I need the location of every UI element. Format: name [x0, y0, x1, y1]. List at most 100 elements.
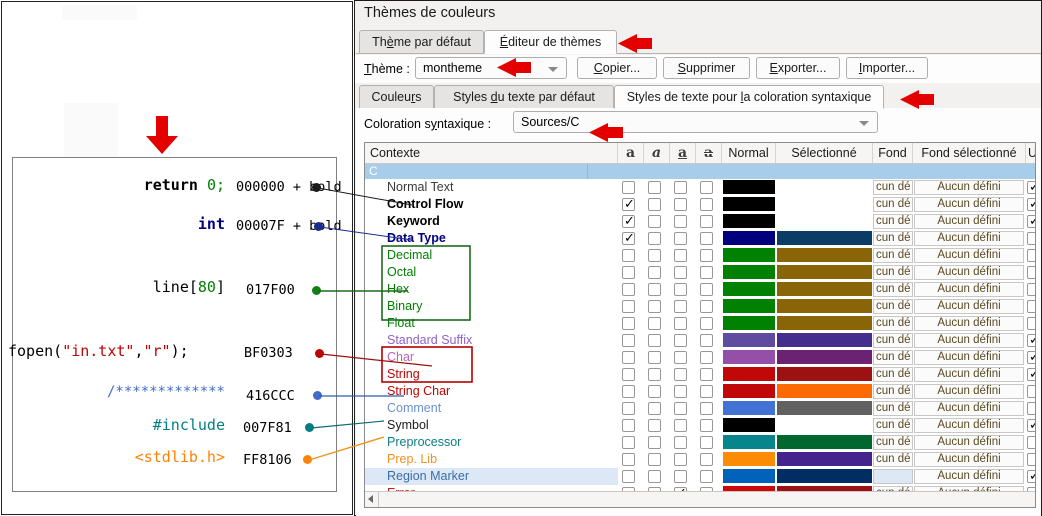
strikethrough-checkbox[interactable]	[700, 334, 713, 347]
exporter-button[interactable]: Exporter...	[756, 57, 840, 79]
underline-checkbox[interactable]	[674, 232, 687, 245]
fond-color-cell[interactable]: cun dé	[873, 367, 913, 382]
underline-checkbox[interactable]	[674, 249, 687, 262]
utilise-checkbox[interactable]: ✓	[1027, 180, 1035, 195]
strikethrough-checkbox[interactable]	[700, 317, 713, 330]
normal-color-swatch[interactable]	[723, 265, 775, 279]
bold-checkbox[interactable]: ✓	[622, 197, 635, 212]
bold-checkbox[interactable]	[622, 470, 635, 483]
utilise-checkbox[interactable]	[1027, 317, 1035, 330]
fond-color-cell[interactable]	[873, 469, 913, 484]
fond-color-cell[interactable]: cun dé	[873, 384, 913, 399]
selected-color-swatch[interactable]	[777, 180, 872, 194]
utilise-checkbox[interactable]	[1027, 266, 1035, 279]
utilise-checkbox[interactable]: ✓	[1027, 469, 1035, 484]
italic-checkbox[interactable]	[648, 232, 661, 245]
normal-color-swatch[interactable]	[723, 282, 775, 296]
strikethrough-checkbox[interactable]	[700, 470, 713, 483]
fond-color-cell[interactable]: cun dé	[873, 452, 913, 467]
underline-checkbox[interactable]	[674, 198, 687, 211]
italic-checkbox[interactable]	[648, 300, 661, 313]
strikethrough-checkbox[interactable]	[700, 402, 713, 415]
fond-selectionne-cell[interactable]: Aucun défini	[914, 197, 1024, 212]
strikethrough-checkbox[interactable]	[700, 453, 713, 466]
tab-styles-texte-defaut[interactable]: Styles du texte par défaut	[434, 85, 614, 109]
strikethrough-checkbox[interactable]	[700, 436, 713, 449]
bold-checkbox[interactable]: ✓	[622, 214, 635, 229]
selected-color-swatch[interactable]	[777, 418, 872, 432]
col-fond[interactable]: Fond	[873, 143, 913, 163]
strikethrough-checkbox[interactable]	[700, 198, 713, 211]
fond-selectionne-cell[interactable]: Aucun défini	[914, 384, 1024, 399]
fond-color-cell[interactable]: cun dé	[873, 333, 913, 348]
tab-theme-par-defaut[interactable]: Thème par défaut	[359, 30, 484, 54]
utilise-checkbox[interactable]: ✓	[1027, 197, 1035, 212]
underline-checkbox[interactable]	[674, 436, 687, 449]
fond-selectionne-cell[interactable]: Aucun défini	[914, 299, 1024, 314]
italic-checkbox[interactable]	[648, 470, 661, 483]
fond-selectionne-cell[interactable]: Aucun défini	[914, 265, 1024, 280]
normal-color-swatch[interactable]	[723, 401, 775, 415]
horizontal-scrollbar[interactable]	[365, 491, 1035, 507]
utilise-checkbox[interactable]	[1027, 402, 1035, 415]
fond-color-cell[interactable]: cun dé	[873, 265, 913, 280]
scroll-left-icon[interactable]	[368, 495, 373, 503]
utilise-checkbox[interactable]	[1027, 436, 1035, 449]
fond-color-cell[interactable]: cun dé	[873, 214, 913, 229]
underline-checkbox[interactable]	[674, 215, 687, 228]
col-underline[interactable]: a	[670, 143, 696, 163]
bold-checkbox[interactable]	[622, 351, 635, 364]
selected-color-swatch[interactable]	[777, 469, 872, 483]
fond-color-cell[interactable]: cun dé	[873, 435, 913, 450]
bold-checkbox[interactable]	[622, 385, 635, 398]
theme-combo[interactable]: montheme	[415, 57, 567, 79]
table-row[interactable]: Prep. Lib cun dé Aucun défini	[365, 451, 1035, 468]
utilise-checkbox[interactable]: ✓	[1027, 367, 1035, 382]
fond-selectionne-cell[interactable]: Aucun défini	[914, 452, 1024, 467]
italic-checkbox[interactable]	[648, 198, 661, 211]
col-normal[interactable]: Normal	[722, 143, 776, 163]
table-row[interactable]: Data Type ✓ cun dé Aucun défini	[365, 230, 1035, 247]
fond-selectionne-cell[interactable]: Aucun défini	[914, 231, 1024, 246]
selected-color-swatch[interactable]	[777, 197, 872, 211]
utilise-checkbox[interactable]: ✓	[1027, 333, 1035, 348]
selected-color-swatch[interactable]	[777, 435, 872, 449]
table-row[interactable]: String Char cun dé Aucun défini	[365, 383, 1035, 400]
underline-checkbox[interactable]	[674, 470, 687, 483]
bold-checkbox[interactable]	[622, 283, 635, 296]
bold-checkbox[interactable]: ✓	[622, 231, 635, 246]
strikethrough-checkbox[interactable]	[700, 266, 713, 279]
selected-color-swatch[interactable]	[777, 299, 872, 313]
italic-checkbox[interactable]	[648, 436, 661, 449]
table-row[interactable]: Float cun dé Aucun défini	[365, 315, 1035, 332]
normal-color-swatch[interactable]	[723, 367, 775, 381]
fond-selectionne-cell[interactable]: Aucun défini	[914, 401, 1024, 416]
normal-color-swatch[interactable]	[723, 214, 775, 228]
table-row[interactable]: String cun déAucun défini ✓	[365, 366, 1035, 383]
italic-checkbox[interactable]	[648, 419, 661, 432]
utilise-checkbox[interactable]	[1027, 249, 1035, 262]
underline-checkbox[interactable]	[674, 402, 687, 415]
italic-checkbox[interactable]	[648, 181, 661, 194]
selected-color-swatch[interactable]	[777, 384, 872, 398]
utilise-checkbox[interactable]	[1027, 300, 1035, 313]
italic-checkbox[interactable]	[648, 334, 661, 347]
syntax-highlight-combo[interactable]: Sources/C	[513, 111, 878, 133]
bold-checkbox[interactable]	[622, 266, 635, 279]
fond-selectionne-cell[interactable]: Aucun défini	[914, 180, 1024, 195]
underline-checkbox[interactable]	[674, 181, 687, 194]
fond-selectionne-cell[interactable]: Aucun défini	[914, 367, 1024, 382]
underline-checkbox[interactable]	[674, 334, 687, 347]
normal-color-swatch[interactable]	[723, 333, 775, 347]
fond-selectionne-cell[interactable]: Aucun défini	[914, 418, 1024, 433]
selected-color-swatch[interactable]	[777, 401, 872, 415]
table-row[interactable]: Symbol cun déAucun défini ✓	[365, 417, 1035, 434]
fond-selectionne-cell[interactable]: Aucun défini	[914, 333, 1024, 348]
italic-checkbox[interactable]	[648, 249, 661, 262]
table-row[interactable]: Decimal cun dé Aucun défini	[365, 247, 1035, 264]
bold-checkbox[interactable]	[622, 436, 635, 449]
fond-selectionne-cell[interactable]: Aucun défini	[914, 435, 1024, 450]
fond-selectionne-cell[interactable]: Aucun défini	[914, 316, 1024, 331]
fond-color-cell[interactable]: cun dé	[873, 248, 913, 263]
strikethrough-checkbox[interactable]	[700, 181, 713, 194]
